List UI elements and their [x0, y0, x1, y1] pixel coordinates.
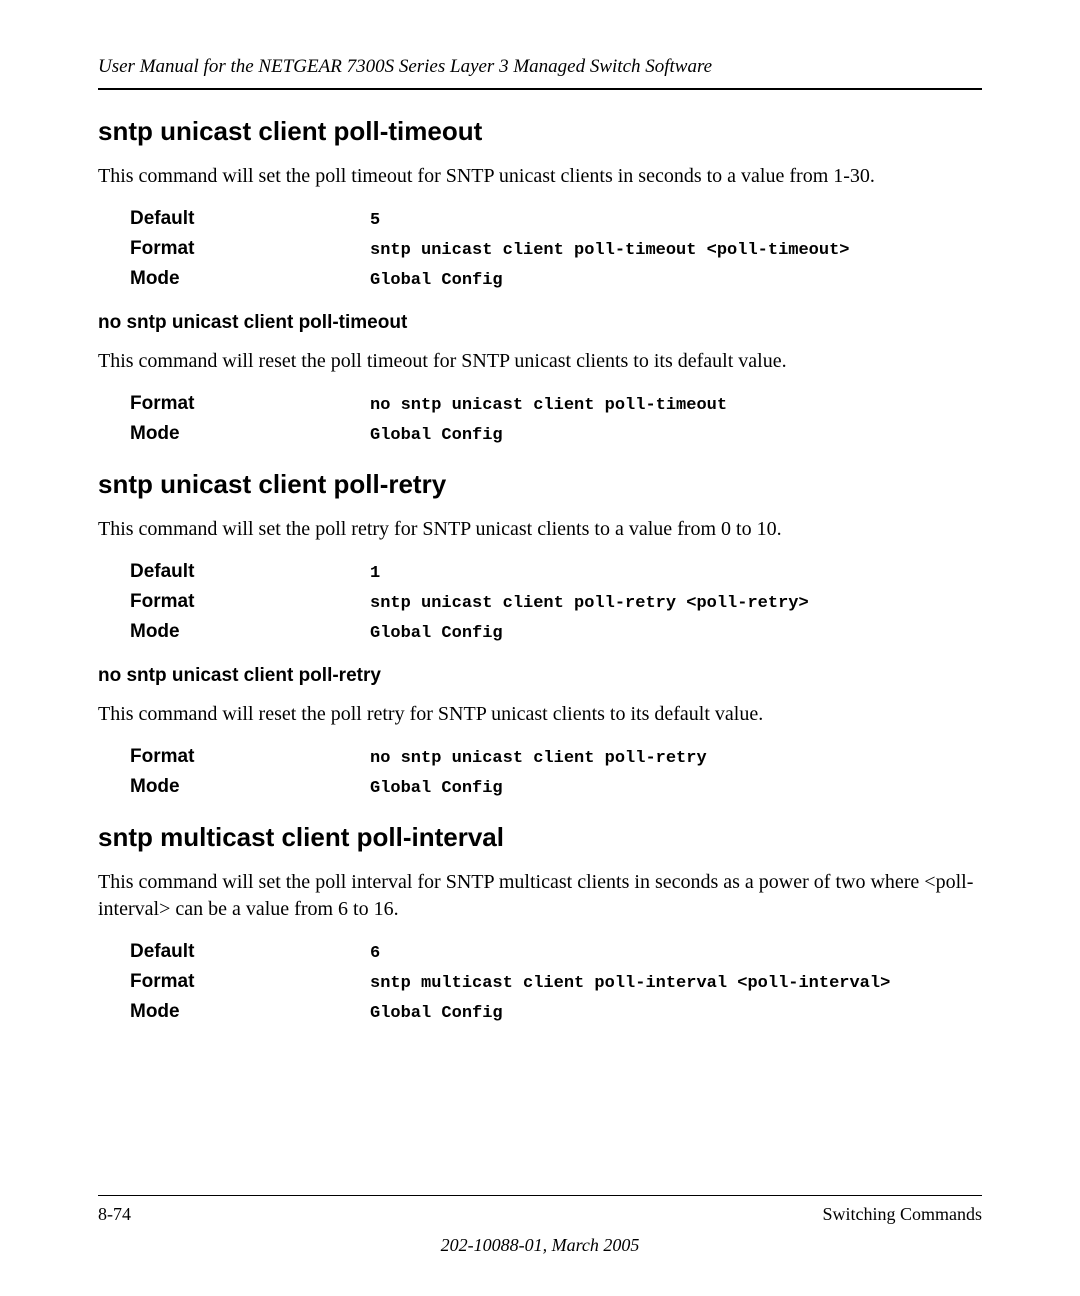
param-label: Mode — [130, 1001, 370, 1023]
param-row: Format no sntp unicast client poll-retry — [130, 746, 982, 768]
param-table: Default 5 Format sntp unicast client pol… — [130, 208, 982, 290]
param-table: Default 6 Format sntp multicast client p… — [130, 941, 982, 1023]
param-label: Format — [130, 238, 370, 260]
param-value: Global Config — [370, 271, 503, 290]
sub-heading: no sntp unicast client poll-retry — [98, 665, 982, 687]
param-row: Format sntp unicast client poll-timeout … — [130, 238, 982, 260]
param-value: no sntp unicast client poll-timeout — [370, 396, 727, 415]
param-row: Format sntp unicast client poll-retry <p… — [130, 591, 982, 613]
param-value: 1 — [370, 564, 380, 583]
param-label: Default — [130, 941, 370, 963]
section-description: This command will set the poll interval … — [98, 869, 982, 923]
param-label: Format — [130, 971, 370, 993]
section-description: This command will set the poll timeout f… — [98, 163, 982, 190]
sub-description: This command will reset the poll timeout… — [98, 348, 982, 375]
running-header: User Manual for the NETGEAR 7300S Series… — [98, 56, 982, 88]
section-description: This command will set the poll retry for… — [98, 516, 982, 543]
param-value: 6 — [370, 944, 380, 963]
sub-description: This command will reset the poll retry f… — [98, 701, 982, 728]
sub-heading: no sntp unicast client poll-timeout — [98, 312, 982, 334]
param-row: Mode Global Config — [130, 621, 982, 643]
param-label: Default — [130, 561, 370, 583]
param-label: Mode — [130, 423, 370, 445]
param-row: Default 1 — [130, 561, 982, 583]
doc-id: 202-10088-01, March 2005 — [98, 1235, 982, 1256]
param-label: Default — [130, 208, 370, 230]
param-value: Global Config — [370, 426, 503, 445]
footer-row: 8-74 Switching Commands — [98, 1204, 982, 1225]
footer: 8-74 Switching Commands 202-10088-01, Ma… — [98, 1173, 982, 1256]
param-label: Mode — [130, 621, 370, 643]
param-row: Mode Global Config — [130, 423, 982, 445]
param-row: Default 6 — [130, 941, 982, 963]
param-table: Format no sntp unicast client poll-timeo… — [130, 393, 982, 445]
header-rule — [98, 88, 982, 90]
param-value: Global Config — [370, 779, 503, 798]
param-value: sntp unicast client poll-retry <poll-ret… — [370, 594, 809, 613]
footer-rule — [98, 1195, 982, 1196]
page: User Manual for the NETGEAR 7300S Series… — [0, 0, 1080, 1296]
page-number: 8-74 — [98, 1204, 131, 1225]
param-table: Default 1 Format sntp unicast client pol… — [130, 561, 982, 643]
param-table: Format no sntp unicast client poll-retry… — [130, 746, 982, 798]
param-label: Format — [130, 393, 370, 415]
param-label: Format — [130, 591, 370, 613]
param-value: sntp multicast client poll-interval <pol… — [370, 974, 890, 993]
param-value: 5 — [370, 211, 380, 230]
param-row: Mode Global Config — [130, 776, 982, 798]
param-label: Mode — [130, 776, 370, 798]
param-row: Mode Global Config — [130, 1001, 982, 1023]
chapter-title: Switching Commands — [822, 1204, 982, 1225]
param-row: Default 5 — [130, 208, 982, 230]
param-value: no sntp unicast client poll-retry — [370, 749, 707, 768]
param-value: Global Config — [370, 1004, 503, 1023]
param-label: Format — [130, 746, 370, 768]
section-heading: sntp unicast client poll-retry — [98, 469, 982, 500]
param-label: Mode — [130, 268, 370, 290]
param-value: sntp unicast client poll-timeout <poll-t… — [370, 241, 849, 260]
section-heading: sntp unicast client poll-timeout — [98, 116, 982, 147]
param-row: Format no sntp unicast client poll-timeo… — [130, 393, 982, 415]
param-row: Format sntp multicast client poll-interv… — [130, 971, 982, 993]
param-row: Mode Global Config — [130, 268, 982, 290]
param-value: Global Config — [370, 624, 503, 643]
section-heading: sntp multicast client poll-interval — [98, 822, 982, 853]
